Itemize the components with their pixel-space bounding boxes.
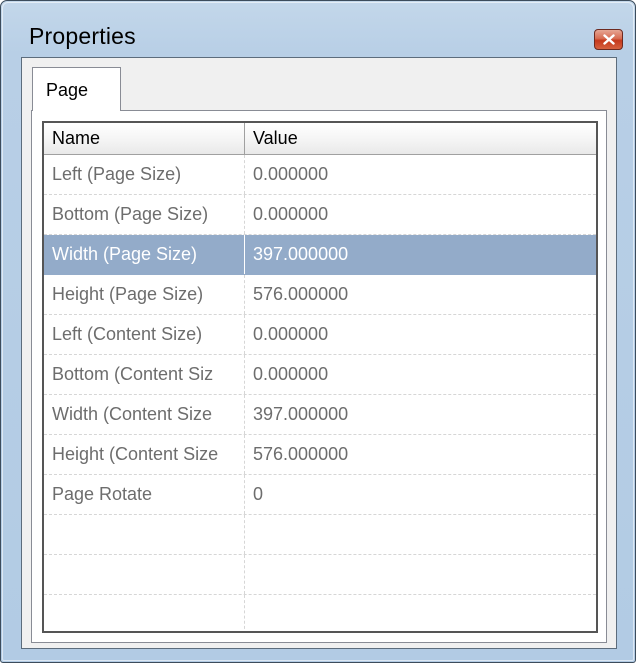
table-row[interactable]: Width (Page Size) 397.000000	[44, 235, 596, 275]
property-name-cell: Bottom (Page Size)	[44, 195, 245, 234]
table-row[interactable]: Page Rotate 0	[44, 475, 596, 515]
grid-rows: Left (Page Size) 0.000000 Bottom (Page Siz…	[44, 155, 596, 631]
property-grid: Name Value Left (Page Size) 0.000000 Botto…	[42, 121, 598, 633]
property-name-cell: Width (Content Size	[44, 395, 245, 434]
property-value-cell[interactable]: 576.000000	[245, 275, 596, 314]
table-row[interactable]: Bottom (Content Siz 0.000000	[44, 355, 596, 395]
table-row[interactable]: Left (Content Size) 0.000000	[44, 315, 596, 355]
property-name-cell	[44, 515, 245, 554]
property-value-cell[interactable]: 0	[245, 475, 596, 514]
property-name-cell: Height (Content Size	[44, 435, 245, 474]
column-header-name[interactable]: Name	[44, 123, 245, 154]
tab-page-label: Page	[46, 80, 89, 100]
property-value-cell[interactable]: 0.000000	[245, 195, 596, 234]
table-row[interactable]: Height (Page Size) 576.000000	[44, 275, 596, 315]
property-name-cell	[44, 595, 245, 631]
window-client-area: Page Name Value Left (Page Size) 0.000000…	[21, 57, 617, 649]
property-name-cell: Height (Page Size)	[44, 275, 245, 314]
title-bar[interactable]: Properties	[1, 1, 635, 57]
column-header-value[interactable]: Value	[245, 123, 596, 154]
table-row[interactable]: Width (Content Size 397.000000	[44, 395, 596, 435]
close-button[interactable]	[594, 29, 623, 50]
property-value-cell[interactable]	[245, 555, 596, 594]
table-row[interactable]	[44, 555, 596, 595]
property-name-cell: Left (Content Size)	[44, 315, 245, 354]
table-row[interactable]: Left (Page Size) 0.000000	[44, 155, 596, 195]
tab-panel-page: Name Value Left (Page Size) 0.000000 Botto…	[31, 110, 607, 643]
property-name-cell: Page Rotate	[44, 475, 245, 514]
table-row[interactable]: Height (Content Size 576.000000	[44, 435, 596, 475]
property-value-cell[interactable]	[245, 515, 596, 554]
property-value-cell[interactable]: 0.000000	[245, 155, 596, 194]
table-row[interactable]	[44, 515, 596, 555]
close-icon	[603, 34, 615, 45]
properties-window: Properties Page Name Value Left (Page Si…	[0, 0, 636, 663]
property-name-cell: Width (Page Size)	[44, 235, 245, 274]
table-row[interactable]: Bottom (Page Size) 0.000000	[44, 195, 596, 235]
property-value-cell[interactable]: 576.000000	[245, 435, 596, 474]
grid-header: Name Value	[44, 123, 596, 155]
property-name-cell	[44, 555, 245, 594]
property-value-cell[interactable]: 397.000000	[245, 235, 596, 274]
property-value-cell[interactable]: 0.000000	[245, 315, 596, 354]
window-title: Properties	[29, 23, 136, 49]
property-name-cell: Bottom (Content Siz	[44, 355, 245, 394]
property-value-cell[interactable]: 397.000000	[245, 395, 596, 434]
table-row[interactable]	[44, 595, 596, 631]
property-value-cell[interactable]	[245, 595, 596, 631]
property-value-cell[interactable]: 0.000000	[245, 355, 596, 394]
property-name-cell: Left (Page Size)	[44, 155, 245, 194]
tab-page[interactable]: Page	[32, 67, 121, 111]
